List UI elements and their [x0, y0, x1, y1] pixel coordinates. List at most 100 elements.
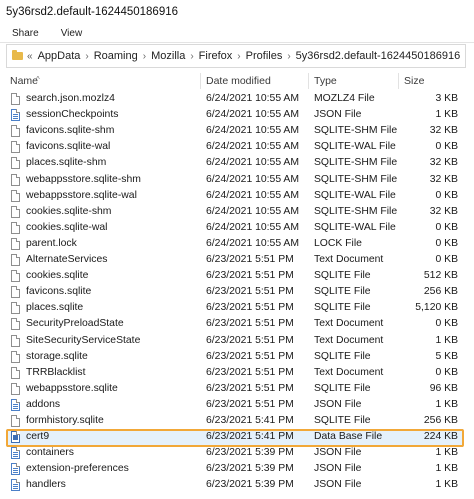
file-icon [11, 415, 20, 427]
file-row[interactable]: favicons.sqlite-wal 6/24/2021 10:55 AM SQL… [8, 140, 462, 156]
tab-view[interactable]: View [61, 28, 83, 39]
file-size: 256 KB [423, 286, 458, 298]
column-header-type[interactable]: Type [314, 75, 337, 87]
json-file-icon [11, 109, 20, 122]
breadcrumb-item[interactable]: Roaming [94, 50, 138, 62]
json-file-icon [11, 398, 20, 411]
file-date-modified: 6/23/2021 5:51 PM [206, 302, 294, 314]
file-icon [11, 254, 20, 266]
file-row[interactable]: SecurityPreloadState 6/23/2021 5:51 PM Tex… [8, 317, 462, 333]
file-row[interactable]: places.sqlite 6/23/2021 5:51 PM SQLITE Fil… [8, 301, 462, 317]
column-divider[interactable] [398, 73, 399, 89]
file-name: cookies.sqlite-shm [26, 205, 112, 217]
breadcrumb-item[interactable]: 5y36rsd2.default-1624450186916 [296, 50, 461, 62]
file-row[interactable]: handlers 6/23/2021 5:39 PM JSON File 1 KB [8, 478, 462, 494]
file-type: SQLITE-WAL File [314, 189, 396, 201]
chevron-right-icon[interactable]: › [237, 51, 240, 62]
file-date-modified: 6/24/2021 10:55 AM [206, 205, 300, 217]
chevron-right-icon[interactable]: › [143, 51, 146, 62]
file-row[interactable]: favicons.sqlite 6/23/2021 5:51 PM SQLITE F… [8, 285, 462, 301]
file-row[interactable]: TRRBlacklist 6/23/2021 5:51 PM Text Docume… [8, 366, 462, 382]
file-row[interactable]: SiteSecurityServiceState 6/23/2021 5:51 P… [8, 334, 462, 350]
file-row[interactable]: cookies.sqlite 6/23/2021 5:51 PM SQLITE Fi… [8, 269, 462, 285]
file-type: SQLITE-SHM File [314, 205, 398, 217]
file-size: 0 KB [435, 141, 458, 153]
file-date-modified: 6/24/2021 10:55 AM [206, 125, 300, 137]
file-row[interactable]: AlternateServices 6/23/2021 5:51 PM Text D… [8, 253, 462, 269]
file-name: favicons.sqlite-wal [26, 141, 111, 153]
file-date-modified: 6/24/2021 10:55 AM [206, 109, 300, 121]
file-icon [11, 350, 20, 363]
file-icon [11, 382, 20, 395]
chevron-right-icon[interactable]: › [287, 51, 290, 62]
file-row[interactable]: containers 6/23/2021 5:39 PM JSON File 1 KB [8, 446, 462, 462]
chevron-right-icon[interactable]: › [190, 51, 193, 62]
file-name: TRRBlacklist [26, 366, 86, 378]
file-row[interactable]: webappsstore.sqlite-shm 6/24/2021 10:55 A… [8, 173, 462, 189]
file-size: 3 KB [435, 93, 458, 104]
file-size: 5 KB [435, 350, 458, 362]
address-bar[interactable]: « AppData › Roaming › Mozilla › Firefox › Profil… [6, 44, 466, 68]
file-row[interactable]: places.sqlite-shm 6/24/2021 10:55 AM SQLIT… [8, 156, 462, 172]
file-type: JSON File [314, 398, 362, 410]
column-header-date[interactable]: Date modified [206, 75, 271, 87]
file-row[interactable]: cookies.sqlite-wal 6/24/2021 10:55 AM SQLI… [8, 221, 462, 237]
file-name: parent.lock [26, 237, 77, 249]
file-type: LOCK File [314, 237, 362, 249]
file-row[interactable]: addons 6/23/2021 5:51 PM JSON File 1 KB [8, 398, 462, 414]
file-size: 96 KB [429, 382, 458, 394]
file-size: 0 KB [435, 221, 458, 233]
column-header-row: ^ Name Date modified Type Size [0, 71, 474, 93]
file-type: Data Base File [314, 431, 383, 443]
file-icon [11, 334, 20, 347]
file-row[interactable]: webappsstore.sqlite 6/23/2021 5:51 PM SQLI… [8, 382, 462, 398]
breadcrumb-item[interactable]: Mozilla [151, 50, 185, 62]
file-row[interactable]: formhistory.sqlite 6/23/2021 5:41 PM SQLIT… [8, 414, 462, 430]
file-row[interactable]: extension-preferences 6/23/2021 5:39 PM JS… [8, 462, 462, 478]
chevron-left-double-icon[interactable]: « [27, 51, 33, 62]
file-row[interactable]: cert9 6/23/2021 5:41 PM Data Base File 224 … [7, 429, 463, 448]
file-row[interactable]: cookies.sqlite-shm 6/24/2021 10:55 AM SQLI… [8, 205, 462, 221]
file-row[interactable]: search.json.mozlz4 6/24/2021 10:55 AM MOZL… [8, 92, 462, 108]
column-divider[interactable] [200, 73, 201, 89]
file-size: 256 KB [423, 415, 458, 426]
file-date-modified: 6/23/2021 5:51 PM [206, 286, 294, 298]
json-file-icon [11, 479, 20, 492]
file-date-modified: 6/24/2021 10:55 AM [206, 93, 300, 104]
file-name: formhistory.sqlite [26, 415, 104, 426]
file-date-modified: 6/23/2021 5:51 PM [206, 350, 294, 362]
file-row[interactable]: favicons.sqlite-shm 6/24/2021 10:55 AM SQL… [8, 124, 462, 140]
file-row[interactable]: sessionCheckpoints 6/24/2021 10:55 AM JSON… [8, 108, 462, 124]
file-size: 32 KB [429, 125, 458, 137]
file-type: SQLITE-WAL File [314, 141, 396, 153]
breadcrumb-item[interactable]: Firefox [199, 50, 233, 62]
database-file-icon [11, 431, 20, 444]
file-name: webappsstore.sqlite [26, 382, 118, 394]
json-file-icon [11, 447, 20, 460]
column-header-name[interactable]: Name [10, 75, 38, 87]
breadcrumb-item[interactable]: AppData [38, 50, 81, 62]
file-type: Text Document [314, 366, 384, 378]
file-type: SQLITE-WAL File [314, 221, 396, 233]
file-date-modified: 6/24/2021 10:55 AM [206, 157, 300, 169]
chevron-right-icon[interactable]: › [85, 51, 88, 62]
file-type: SQLITE File [314, 350, 371, 362]
file-row[interactable]: storage.sqlite 6/23/2021 5:51 PM SQLITE Fi… [8, 350, 462, 366]
tab-share[interactable]: Share [12, 28, 39, 39]
file-date-modified: 6/23/2021 5:41 PM [206, 431, 294, 443]
file-date-modified: 6/23/2021 5:51 PM [206, 270, 294, 282]
file-type: MOZLZ4 File [314, 93, 375, 104]
file-name: SiteSecurityServiceState [26, 334, 141, 346]
file-size: 1 KB [435, 334, 458, 346]
file-row[interactable]: webappsstore.sqlite-wal 6/24/2021 10:55 A… [8, 189, 462, 205]
file-date-modified: 6/24/2021 10:55 AM [206, 173, 300, 185]
file-name: storage.sqlite [26, 350, 88, 362]
ribbon-tabs: Share View [0, 24, 474, 43]
breadcrumb-item[interactable]: Profiles [246, 50, 283, 62]
file-row[interactable]: parent.lock 6/24/2021 10:55 AM LOCK File 0 … [8, 237, 462, 253]
file-name: AlternateServices [26, 254, 108, 265]
file-icon [11, 286, 20, 299]
column-divider[interactable] [308, 73, 309, 89]
column-header-size[interactable]: Size [404, 75, 424, 87]
window-title: 5y36rsd2.default-1624450186916 [0, 0, 474, 24]
